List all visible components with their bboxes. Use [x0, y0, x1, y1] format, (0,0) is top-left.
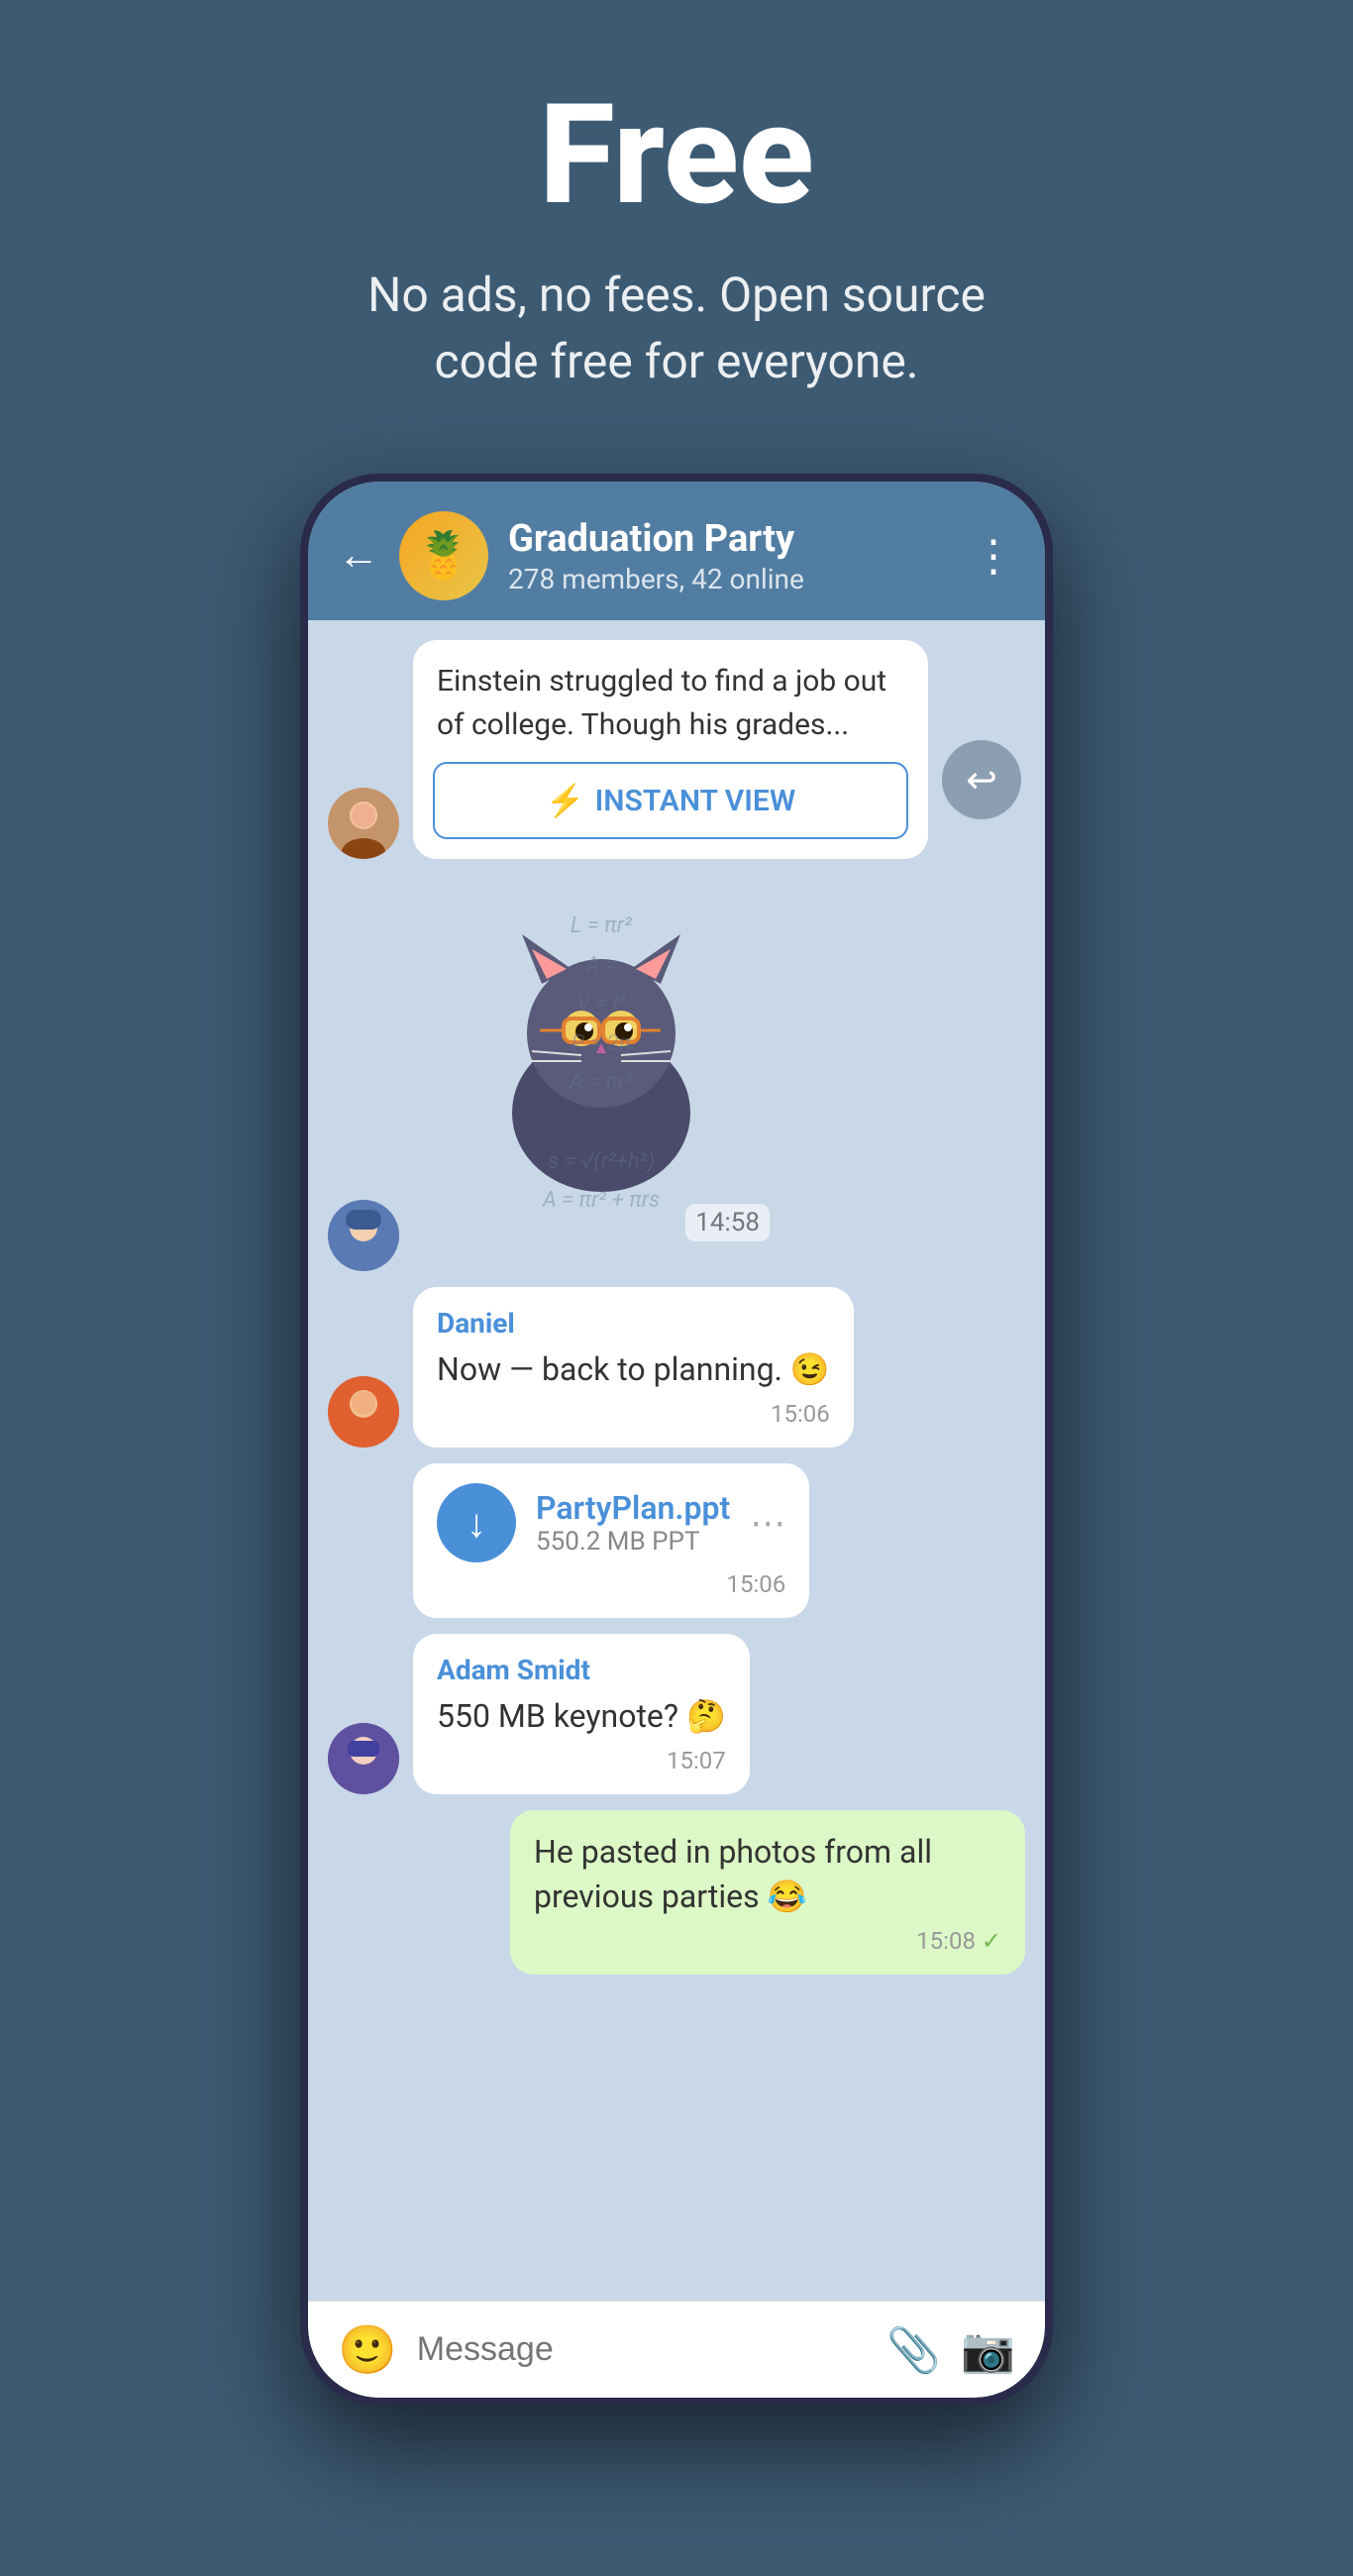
attach-button[interactable]: 📎 [886, 2324, 941, 2376]
message-input[interactable] [417, 2330, 868, 2369]
input-bar: 🙂 📎 📷 [308, 2301, 1045, 2398]
share-icon: ↩ [966, 758, 997, 803]
file-message-row: ↓ PartyPlan.ppt 550.2 MB PPT ⋯ 15:06 [328, 1463, 1025, 1618]
header-menu-button[interactable]: ⋮ [972, 530, 1015, 582]
daniel-text: Now — back to planning. 😉 [437, 1347, 830, 1392]
instant-view-button[interactable]: ⚡ INSTANT VIEW [433, 762, 908, 839]
check-mark: ✓ [982, 1927, 1001, 1955]
file-name: PartyPlan.ppt [536, 1489, 730, 1527]
hero-subtitle: No ads, no fees. Open source code free f… [330, 262, 1023, 394]
avatar-boy2 [328, 1376, 399, 1448]
own-message-row: He pasted in photos from all previous pa… [328, 1810, 1025, 1975]
file-row: ↓ PartyPlan.ppt 550.2 MB PPT ⋯ [437, 1483, 785, 1562]
group-avatar: 🍍 [399, 511, 488, 600]
group-name: Graduation Party [508, 517, 952, 563]
daniel-sender: Daniel [437, 1307, 830, 1340]
instant-view-label: INSTANT VIEW [595, 784, 796, 818]
math-background: L = πr² A = V = l³ P = 2π A = πr² s = √(… [413, 875, 789, 1251]
emoji-button[interactable]: 🙂 [338, 2321, 397, 2378]
hero-section: Free No ads, no fees. Open source code f… [0, 0, 1353, 454]
sticker-bubble: L = πr² A = V = l³ P = 2π A = πr² s = √(… [413, 875, 809, 1271]
file-size: 550.2 MB PPT [536, 1527, 730, 1556]
adam-time: 15:07 [437, 1747, 726, 1774]
daniel-time: 15:06 [437, 1400, 830, 1428]
group-meta: 278 members, 42 online [508, 563, 952, 595]
own-text: He pasted in photos from all previous pa… [534, 1830, 1001, 1919]
sticker-message-row: L = πr² A = V = l³ P = 2π A = πr² s = √(… [328, 875, 1025, 1271]
adam-message-row: Adam Smidt 550 MB keynote? 🤔 15:07 [328, 1634, 1025, 1794]
adam-text: 550 MB keynote? 🤔 [437, 1694, 726, 1739]
phone-wrapper: ← 🍍 Graduation Party 278 members, 42 onl… [300, 474, 1053, 2576]
adam-sender: Adam Smidt [437, 1654, 726, 1686]
phone-screen: ← 🍍 Graduation Party 278 members, 42 onl… [308, 482, 1045, 2398]
file-menu-button[interactable]: ⋯ [750, 1502, 785, 1544]
avatar-boy1 [328, 1200, 399, 1271]
own-bubble: He pasted in photos from all previous pa… [510, 1810, 1025, 1975]
avatar-girl [328, 788, 399, 859]
sticker-time: 14:58 [685, 1204, 770, 1241]
file-time: 15:06 [437, 1570, 785, 1598]
math-formulas: L = πr² A = V = l³ P = 2π A = πr² s = √(… [543, 907, 660, 1221]
group-info: Graduation Party 278 members, 42 online [508, 517, 952, 595]
back-button[interactable]: ← [338, 535, 379, 577]
article-bubble: Einstein struggled to find a job out of … [413, 640, 928, 859]
download-icon: ↓ [467, 1500, 486, 1547]
chat-body: Einstein struggled to find a job out of … [308, 620, 1045, 2301]
avatar-boy3 [328, 1723, 399, 1794]
adam-bubble: Adam Smidt 550 MB keynote? 🤔 15:07 [413, 1634, 750, 1794]
sticker-background: L = πr² A = V = l³ P = 2π A = πr² s = √(… [413, 875, 789, 1251]
file-info: PartyPlan.ppt 550.2 MB PPT [536, 1489, 730, 1556]
article-message-row: Einstein struggled to find a job out of … [328, 640, 1025, 859]
phone-outer: ← 🍍 Graduation Party 278 members, 42 onl… [300, 474, 1053, 2406]
group-avatar-emoji: 🍍 [415, 529, 471, 583]
article-text: Einstein struggled to find a job out of … [413, 640, 928, 762]
camera-button[interactable]: 📷 [961, 2324, 1015, 2376]
own-time: 15:08 ✓ [534, 1927, 1001, 1955]
share-button[interactable]: ↩ [942, 740, 1021, 819]
daniel-bubble: Daniel Now — back to planning. 😉 15:06 [413, 1287, 854, 1448]
file-bubble: ↓ PartyPlan.ppt 550.2 MB PPT ⋯ 15:06 [413, 1463, 809, 1618]
hero-title: Free [40, 79, 1313, 232]
daniel-message-row: Daniel Now — back to planning. 😉 15:06 [328, 1287, 1025, 1448]
lightning-icon: ⚡ [546, 782, 585, 819]
chat-header: ← 🍍 Graduation Party 278 members, 42 onl… [308, 482, 1045, 620]
download-button[interactable]: ↓ [437, 1483, 516, 1562]
